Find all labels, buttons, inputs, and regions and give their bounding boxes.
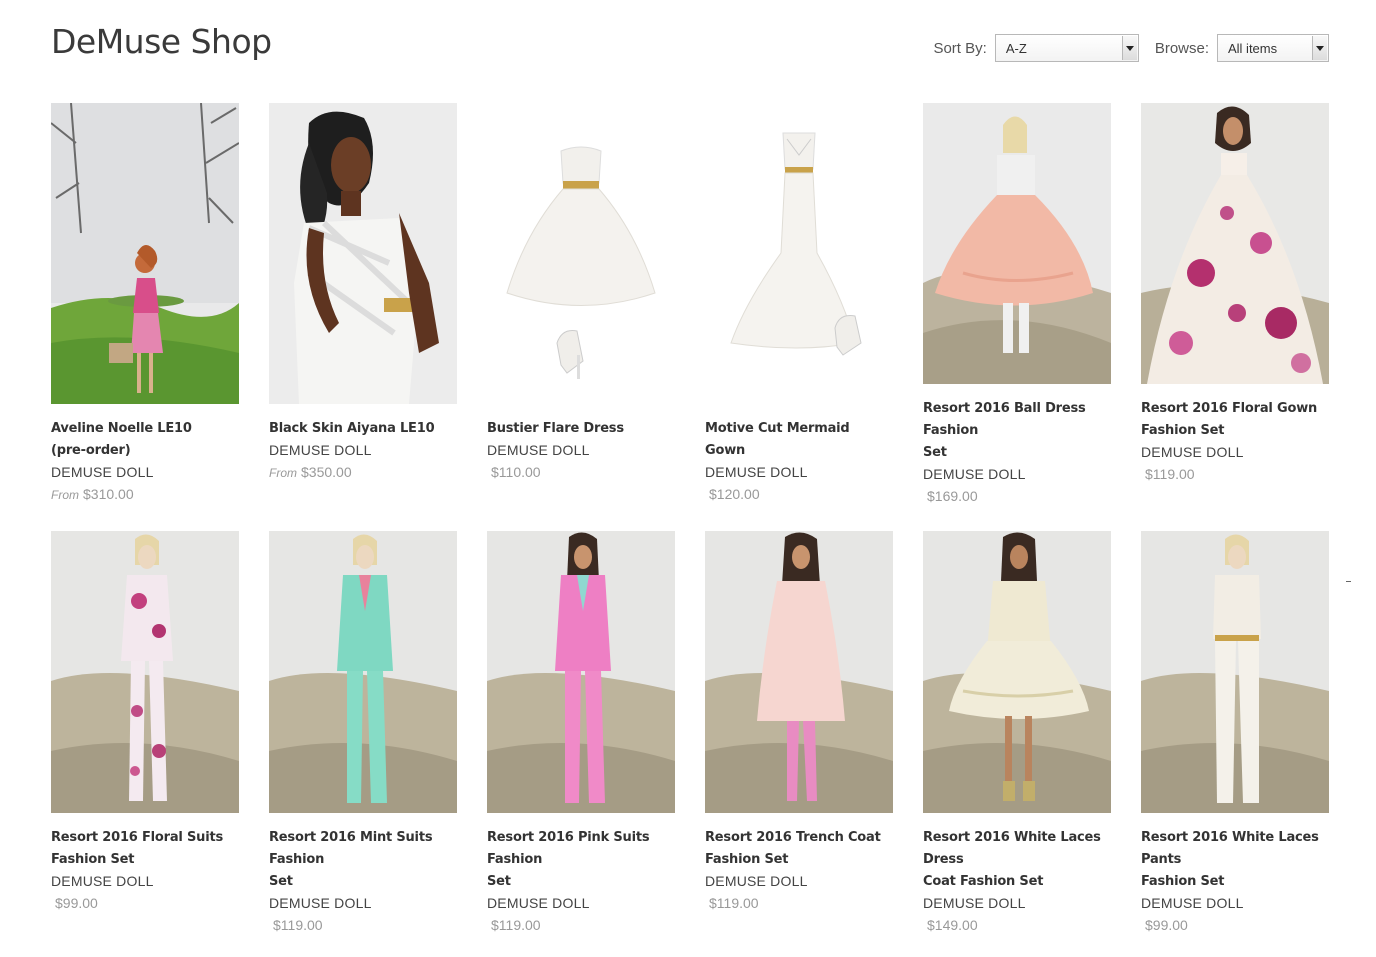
product-price: $149.00 — [927, 917, 978, 933]
product-image — [923, 103, 1111, 384]
product-vendor: DEMUSE DOLL — [923, 466, 1026, 482]
product-title[interactable]: Resort 2016 White Laces Dress Coat Fashi… — [923, 827, 1111, 893]
chevron-down-icon — [1121, 36, 1137, 60]
product-price: $119.00 — [709, 895, 759, 911]
product-price: $119.00 — [1145, 466, 1195, 482]
product-vendor: DEMUSE DOLL — [487, 895, 590, 911]
product-image — [705, 103, 893, 404]
product-image — [51, 531, 239, 813]
product-image — [705, 531, 893, 813]
product-image-link[interactable] — [923, 103, 1111, 384]
product-card[interactable]: Motive Cut Mermaid Gown DEMUSE DOLL $120… — [705, 103, 893, 509]
product-row: Resort 2016 Floral Suits Fashion Set DEM… — [51, 531, 1329, 938]
product-card[interactable]: Resort 2016 Mint Suits Fashion Set DEMUS… — [269, 531, 457, 938]
product-price: $120.00 — [709, 486, 760, 502]
product-price: From $310.00 — [51, 486, 134, 502]
product-vendor: DEMUSE DOLL — [269, 442, 372, 458]
product-image-link[interactable] — [487, 531, 675, 813]
product-price: $99.00 — [1145, 917, 1188, 933]
product-image-link[interactable] — [269, 103, 457, 404]
product-image-link[interactable] — [923, 531, 1111, 813]
product-title[interactable]: Resort 2016 Ball Dress Fashion Set — [923, 398, 1111, 464]
browse-select-value: All items — [1228, 40, 1278, 56]
product-image — [269, 103, 457, 404]
product-price: $119.00 — [491, 917, 541, 933]
product-image — [1141, 103, 1329, 384]
product-image-link[interactable] — [487, 103, 675, 404]
product-image — [269, 531, 457, 813]
chevron-down-icon — [1312, 36, 1327, 60]
product-image-link[interactable] — [1141, 531, 1329, 813]
price-from-label: From — [269, 466, 297, 480]
shop-controls: Sort By: A-Z Browse: All items — [933, 34, 1329, 62]
product-card[interactable]: Resort 2016 Floral Gown Fashion Set DEMU… — [1141, 103, 1329, 509]
product-image-link[interactable] — [51, 103, 239, 404]
product-title[interactable]: Resort 2016 Floral Suits Fashion Set — [51, 827, 239, 871]
product-card[interactable]: Black Skin Aiyana LE10 DEMUSE DOLL From $… — [269, 103, 457, 509]
product-title[interactable]: Resort 2016 Pink Suits Fashion Set — [487, 827, 675, 893]
product-card[interactable]: Bustier Flare Dress DEMUSE DOLL $110.00 — [487, 103, 675, 509]
product-title[interactable]: Resort 2016 White Laces Pants Fashion Se… — [1141, 827, 1329, 893]
product-title[interactable]: Resort 2016 Mint Suits Fashion Set — [269, 827, 457, 893]
product-title[interactable]: Black Skin Aiyana LE10 — [269, 418, 457, 440]
product-card[interactable]: Aveline Noelle LE10 (pre-order) DEMUSE D… — [51, 103, 239, 509]
product-image — [923, 531, 1111, 813]
sort-select[interactable]: A-Z — [994, 34, 1139, 62]
sort-label: Sort By: — [933, 39, 987, 57]
product-card[interactable]: Resort 2016 Trench Coat Fashion Set DEMU… — [705, 531, 893, 938]
product-title[interactable]: Resort 2016 Floral Gown Fashion Set — [1141, 398, 1329, 442]
product-card[interactable]: Resort 2016 White Laces Pants Fashion Se… — [1141, 531, 1329, 938]
product-card[interactable]: Resort 2016 Pink Suits Fashion Set DEMUS… — [487, 531, 675, 938]
product-vendor: DEMUSE DOLL — [705, 873, 808, 889]
product-image-link[interactable] — [51, 531, 239, 813]
product-card[interactable]: Resort 2016 Ball Dress Fashion Set DEMUS… — [923, 103, 1111, 509]
product-image — [51, 103, 239, 404]
product-vendor: DEMUSE DOLL — [51, 464, 154, 480]
browse-select[interactable]: All items — [1217, 34, 1329, 62]
product-image-link[interactable] — [705, 531, 893, 813]
decorative-dash — [1346, 581, 1351, 582]
product-row: Aveline Noelle LE10 (pre-order) DEMUSE D… — [51, 103, 1329, 509]
product-image-link[interactable] — [705, 103, 893, 404]
sort-select-value: A-Z — [1005, 40, 1027, 56]
page-title: DeMuse Shop — [51, 22, 272, 61]
product-title[interactable]: Resort 2016 Trench Coat Fashion Set — [705, 827, 893, 871]
product-vendor: DEMUSE DOLL — [1141, 895, 1244, 911]
product-vendor: DEMUSE DOLL — [487, 442, 590, 458]
product-vendor: DEMUSE DOLL — [923, 895, 1026, 911]
product-vendor: DEMUSE DOLL — [269, 895, 372, 911]
product-image — [487, 103, 675, 404]
product-card[interactable]: Resort 2016 Floral Suits Fashion Set DEM… — [51, 531, 239, 938]
product-price: $99.00 — [55, 895, 98, 911]
product-title[interactable]: Bustier Flare Dress — [487, 418, 675, 440]
product-price: $169.00 — [927, 488, 978, 504]
product-title[interactable]: Aveline Noelle LE10 (pre-order) — [51, 418, 239, 462]
product-price: $110.00 — [491, 464, 541, 480]
product-vendor: DEMUSE DOLL — [51, 873, 154, 889]
product-vendor: DEMUSE DOLL — [705, 464, 808, 480]
product-image-link[interactable] — [269, 531, 457, 813]
price-from-label: From — [51, 488, 79, 502]
product-image — [1141, 531, 1329, 813]
product-image-link[interactable] — [1141, 103, 1329, 384]
product-vendor: DEMUSE DOLL — [1141, 444, 1244, 460]
product-title[interactable]: Motive Cut Mermaid Gown — [705, 418, 893, 462]
browse-label: Browse: — [1154, 39, 1209, 57]
product-price: From $350.00 — [269, 464, 352, 480]
product-price: $119.00 — [273, 917, 323, 933]
product-card[interactable]: Resort 2016 White Laces Dress Coat Fashi… — [923, 531, 1111, 938]
product-image — [487, 531, 675, 813]
